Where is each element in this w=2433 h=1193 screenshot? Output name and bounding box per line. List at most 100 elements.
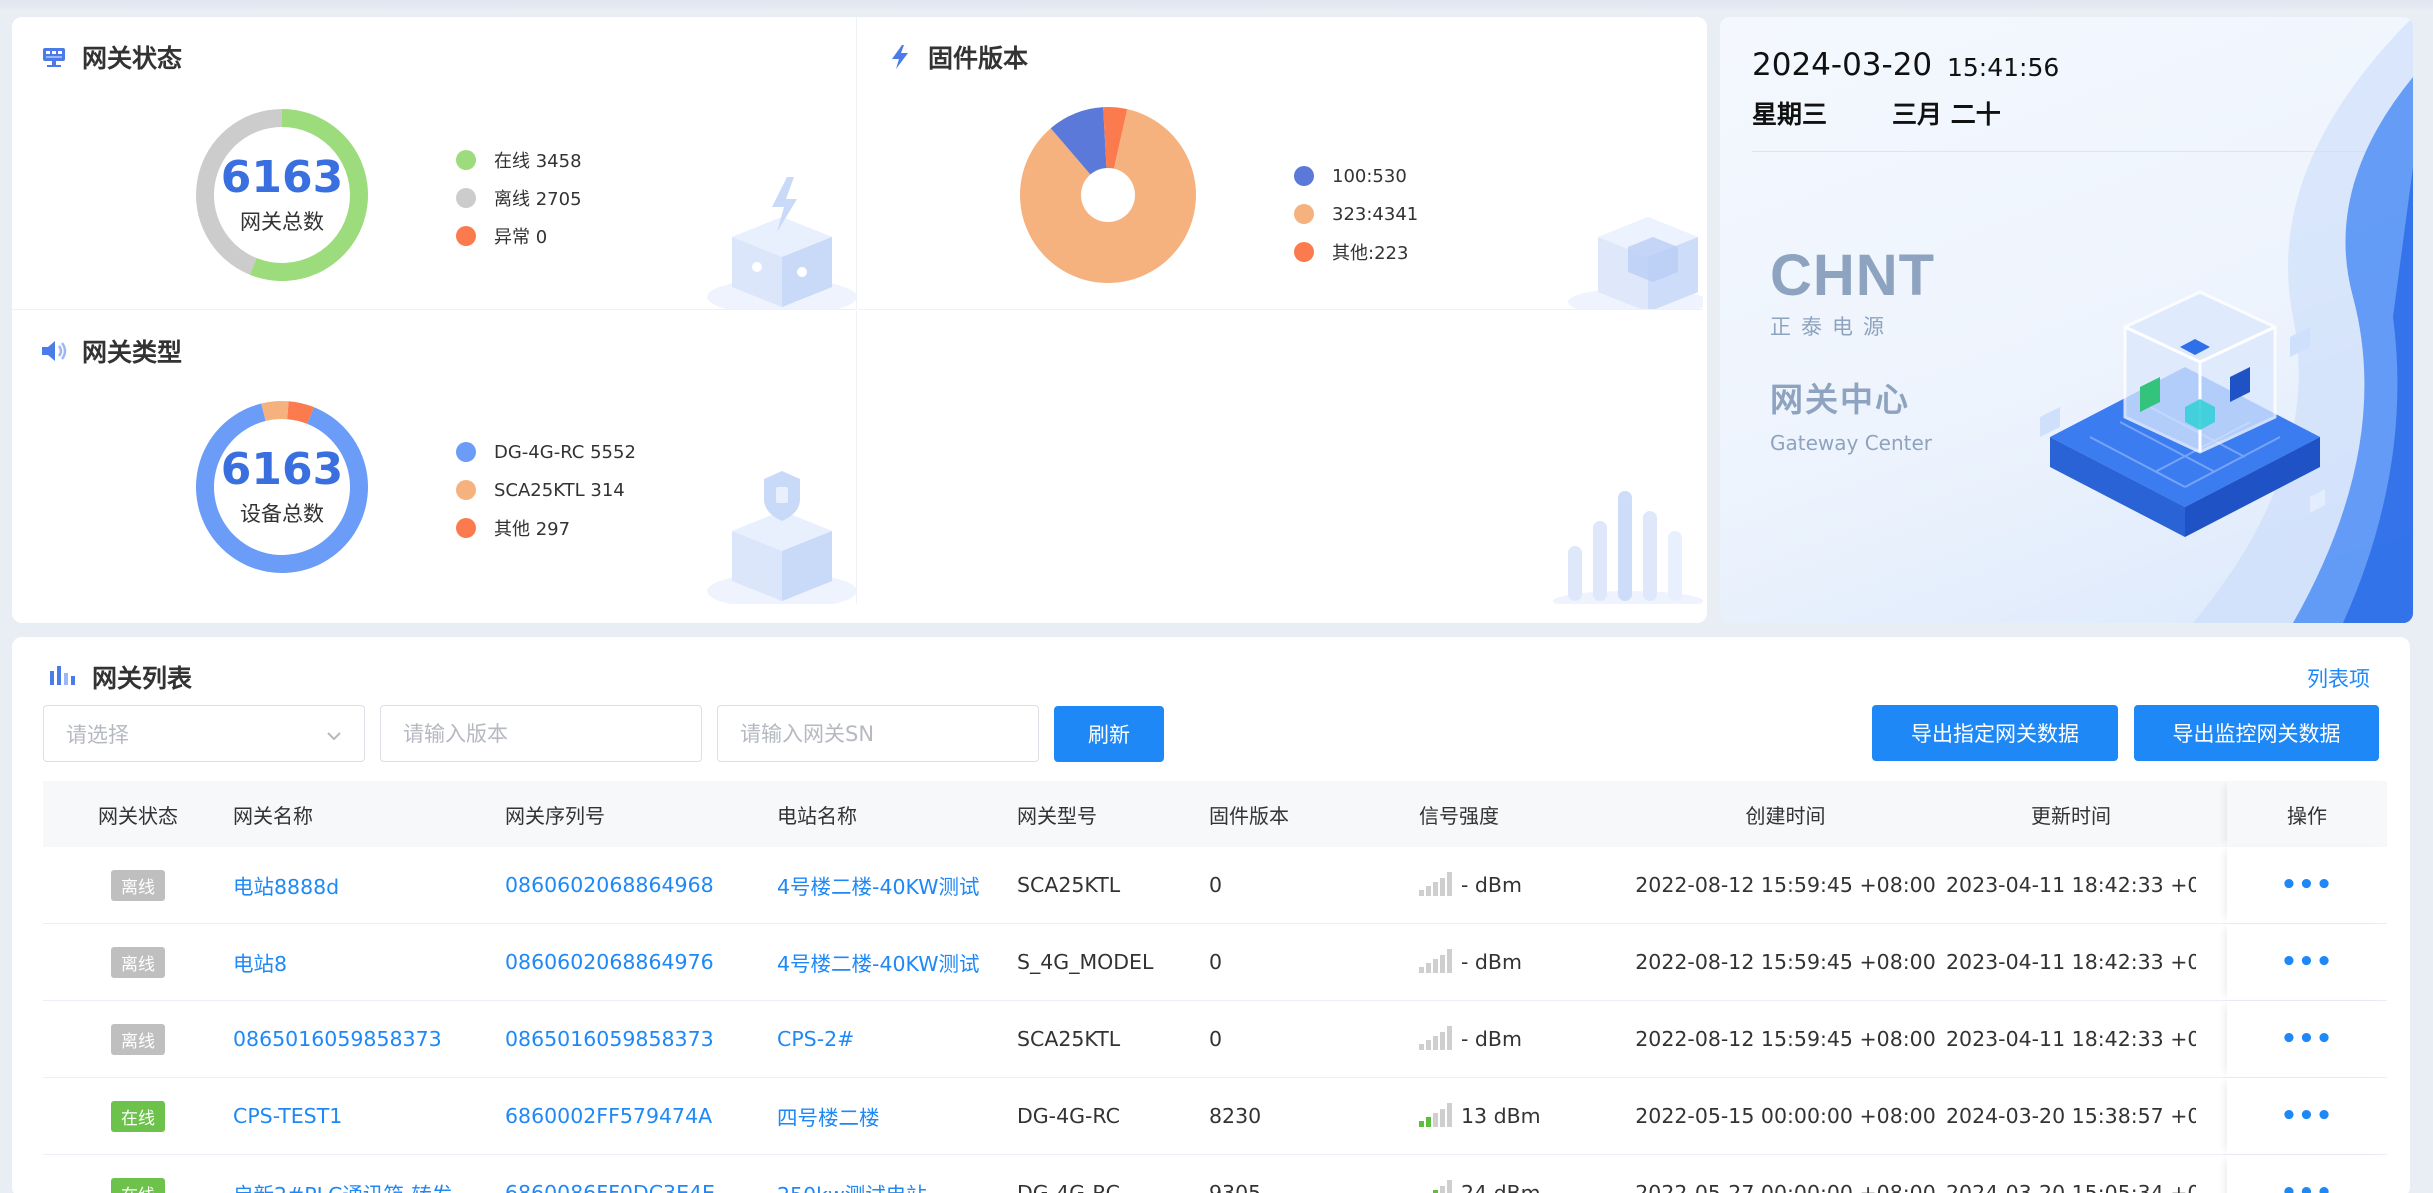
table-row[interactable]: 在线 CPS-TEST1 6860002FF579474A 四号楼二楼 DG-4G-RC… xyxy=(43,1078,2387,1155)
gateway-name-link[interactable]: CPS-TEST1 xyxy=(233,1104,505,1128)
export-selected-button[interactable]: 导出指定网关数据 xyxy=(1872,705,2118,761)
legend-item-100: 100:530 xyxy=(1294,157,1418,195)
station-name-link[interactable]: 4号楼二楼-40KW测试 xyxy=(777,870,1017,900)
firmware-version: 9305 xyxy=(1209,1181,1262,1193)
more-actions-icon[interactable]: ••• xyxy=(2281,870,2334,900)
legend-label: 异常 0 xyxy=(494,227,548,248)
table-row[interactable]: 离线 0865016059858373 0865016059858373 CPS-2#… xyxy=(43,1001,2387,1078)
gateway-name-link[interactable]: 0865016059858373 xyxy=(233,1027,505,1051)
more-actions-icon[interactable]: ••• xyxy=(2281,1024,2334,1054)
export-monitor-button[interactable]: 导出监控网关数据 xyxy=(2134,705,2379,761)
more-actions-icon[interactable]: ••• xyxy=(2281,947,2334,977)
gateway-sn-link[interactable]: 0860602068864968 xyxy=(505,873,777,897)
header-signal[interactable]: 信号强度 xyxy=(1419,800,1625,829)
table-row[interactable]: 离线 电站8888d 0860602068864968 4号楼二楼-40KW测试 SCA… xyxy=(43,847,2387,924)
station-name-link[interactable]: 四号楼二楼 xyxy=(777,1101,1017,1131)
legend-label: 其他:223 xyxy=(1332,243,1409,264)
chnt-logo-cn: 正泰电源 xyxy=(1770,315,1894,339)
firmware-legend: 100:530 323:4341 其他:223 xyxy=(1294,157,1418,271)
header-name[interactable]: 网关名称 xyxy=(233,800,505,829)
op-cell: ••• xyxy=(2227,1155,2387,1193)
header-status[interactable]: 网关状态 xyxy=(43,800,233,829)
signal-value: - dBm xyxy=(1461,873,1522,897)
gateway-type-donut: 6163 设备总数 xyxy=(182,387,382,587)
gateway-model: DG-4G-RC xyxy=(1017,1104,1120,1128)
header-updated[interactable]: 更新时间 xyxy=(1946,800,2196,829)
header-firmware[interactable]: 固件版本 xyxy=(1209,800,1419,829)
signal-value: - dBm xyxy=(1461,1027,1522,1051)
page-scrollbar[interactable] xyxy=(2417,0,2427,1193)
gateway-name-link[interactable]: 启新2#PLC通讯箱-转发 xyxy=(233,1178,505,1193)
gateway-name-link[interactable]: 电站8 xyxy=(233,947,505,977)
header-station[interactable]: 电站名称 xyxy=(777,800,1017,829)
banner-title: 网关中心 xyxy=(1770,380,1910,419)
station-name-link[interactable]: CPS-2# xyxy=(777,1027,1017,1051)
legend-dot xyxy=(456,150,476,170)
gateway-sn-link[interactable]: 0860602068864976 xyxy=(505,950,777,974)
legend-dot xyxy=(456,518,476,538)
legend-item-other: 其他:223 xyxy=(1294,233,1418,271)
gateway-total-label: 网关总数 xyxy=(240,210,324,235)
gateway-status-title: 网关状态 xyxy=(82,44,183,73)
updated-time: 2023-04-11 18:42:33 +08 xyxy=(1946,1027,2196,1051)
legend-label: DG-4G-RC 5552 xyxy=(494,441,636,463)
stats-card: 网关状态 6163 网关总数 在线 3458 离线 2705 异常 0 固件版本… xyxy=(12,17,1707,623)
table-header: 网关状态 网关名称 网关序列号 电站名称 网关型号 固件版本 信号强度 创建时间… xyxy=(43,781,2387,847)
op-cell: ••• xyxy=(2227,1001,2387,1077)
signal-cell: 24 dBm xyxy=(1419,1178,1625,1193)
created-time: 2022-08-12 15:59:45 +08:00 xyxy=(1635,950,1936,974)
created-time: 2022-05-27 00:00:00 +08:00 xyxy=(1635,1181,1936,1193)
legend-item-offline: 离线 2705 xyxy=(456,179,582,217)
gateway-sn-link[interactable]: 0865016059858373 xyxy=(505,1027,777,1051)
column-settings-link[interactable]: 列表项 xyxy=(2307,663,2370,693)
sn-input[interactable] xyxy=(717,705,1039,762)
gateway-model: S_4G_MODEL xyxy=(1017,950,1154,974)
created-time: 2022-08-12 15:59:45 +08:00 xyxy=(1635,1027,1936,1051)
gateway-sn-link[interactable]: 6860086FF0DC3E4E xyxy=(505,1181,777,1193)
gateway-list-header: 网关列表 xyxy=(48,659,192,695)
legend-dot xyxy=(456,226,476,246)
brand-block: CHNT 正泰电源 网关中心 Gateway Center xyxy=(1770,247,1935,456)
station-name-link[interactable]: 250kw测试电站 xyxy=(777,1178,1017,1193)
updated-time: 2023-04-11 18:42:33 +08 xyxy=(1946,950,2196,974)
legend-label: 100:530 xyxy=(1332,165,1407,187)
table-row[interactable]: 离线 电站8 0860602068864976 4号楼二楼-40KW测试 S_4G_MO… xyxy=(43,924,2387,1001)
version-input[interactable] xyxy=(380,705,702,762)
status-select[interactable]: 请选择 xyxy=(43,705,365,762)
signal-cell: 13 dBm xyxy=(1419,1101,1625,1132)
op-cell: ••• xyxy=(2227,847,2387,923)
signal-cell: - dBm xyxy=(1419,870,1625,901)
firmware-version: 0 xyxy=(1209,1027,1223,1051)
legend-dot xyxy=(1294,166,1314,186)
chevron-down-icon xyxy=(326,722,342,746)
gateway-name-link[interactable]: 电站8888d xyxy=(233,870,505,900)
more-actions-icon[interactable]: ••• xyxy=(2281,1101,2334,1131)
firmware-hole xyxy=(1081,168,1135,222)
header-created[interactable]: 创建时间 xyxy=(1625,800,1946,829)
gateway-sn-link[interactable]: 6860002FF579474A xyxy=(505,1104,777,1128)
status-cell: 在线 xyxy=(43,1177,233,1193)
updated-time: 2023-04-11 18:42:33 +08 xyxy=(1946,873,2196,897)
empty-panel xyxy=(858,311,1703,604)
more-actions-icon[interactable]: ••• xyxy=(2281,1178,2334,1193)
status-badge: 在线 xyxy=(111,1177,165,1193)
legend-item-other: 其他 297 xyxy=(456,509,636,547)
current-date: 2024-03-20 xyxy=(1752,47,1933,83)
station-name-link[interactable]: 4号楼二楼-40KW测试 xyxy=(777,947,1017,977)
legend-dot xyxy=(1294,204,1314,224)
header-model[interactable]: 网关型号 xyxy=(1017,800,1209,829)
header-sn[interactable]: 网关序列号 xyxy=(505,800,777,829)
refresh-button[interactable]: 刷新 xyxy=(1054,705,1164,762)
table-row[interactable]: 在线 启新2#PLC通讯箱-转发6860086FF0DC3E4E250kw测试电站… xyxy=(43,1155,2387,1193)
status-cell: 离线 xyxy=(43,869,233,901)
firmware-header: 固件版本 xyxy=(886,39,1028,75)
table-body: 离线 电站8888d 0860602068864968 4号楼二楼-40KW测试 SCA… xyxy=(43,847,2387,1193)
gateway-model: SCA25KTL xyxy=(1017,1027,1121,1051)
legend-item-abnormal: 异常 0 xyxy=(456,217,582,255)
legend-item-online: 在线 3458 xyxy=(456,141,582,179)
legend-item-323: 323:4341 xyxy=(1294,195,1418,233)
created-time: 2022-05-15 00:00:00 +08:00 xyxy=(1635,1104,1936,1128)
legend-dot xyxy=(456,442,476,462)
updated-time: 2024-03-20 15:38:57 +08 xyxy=(1946,1104,2196,1128)
legend-label: 323:4341 xyxy=(1332,203,1419,225)
